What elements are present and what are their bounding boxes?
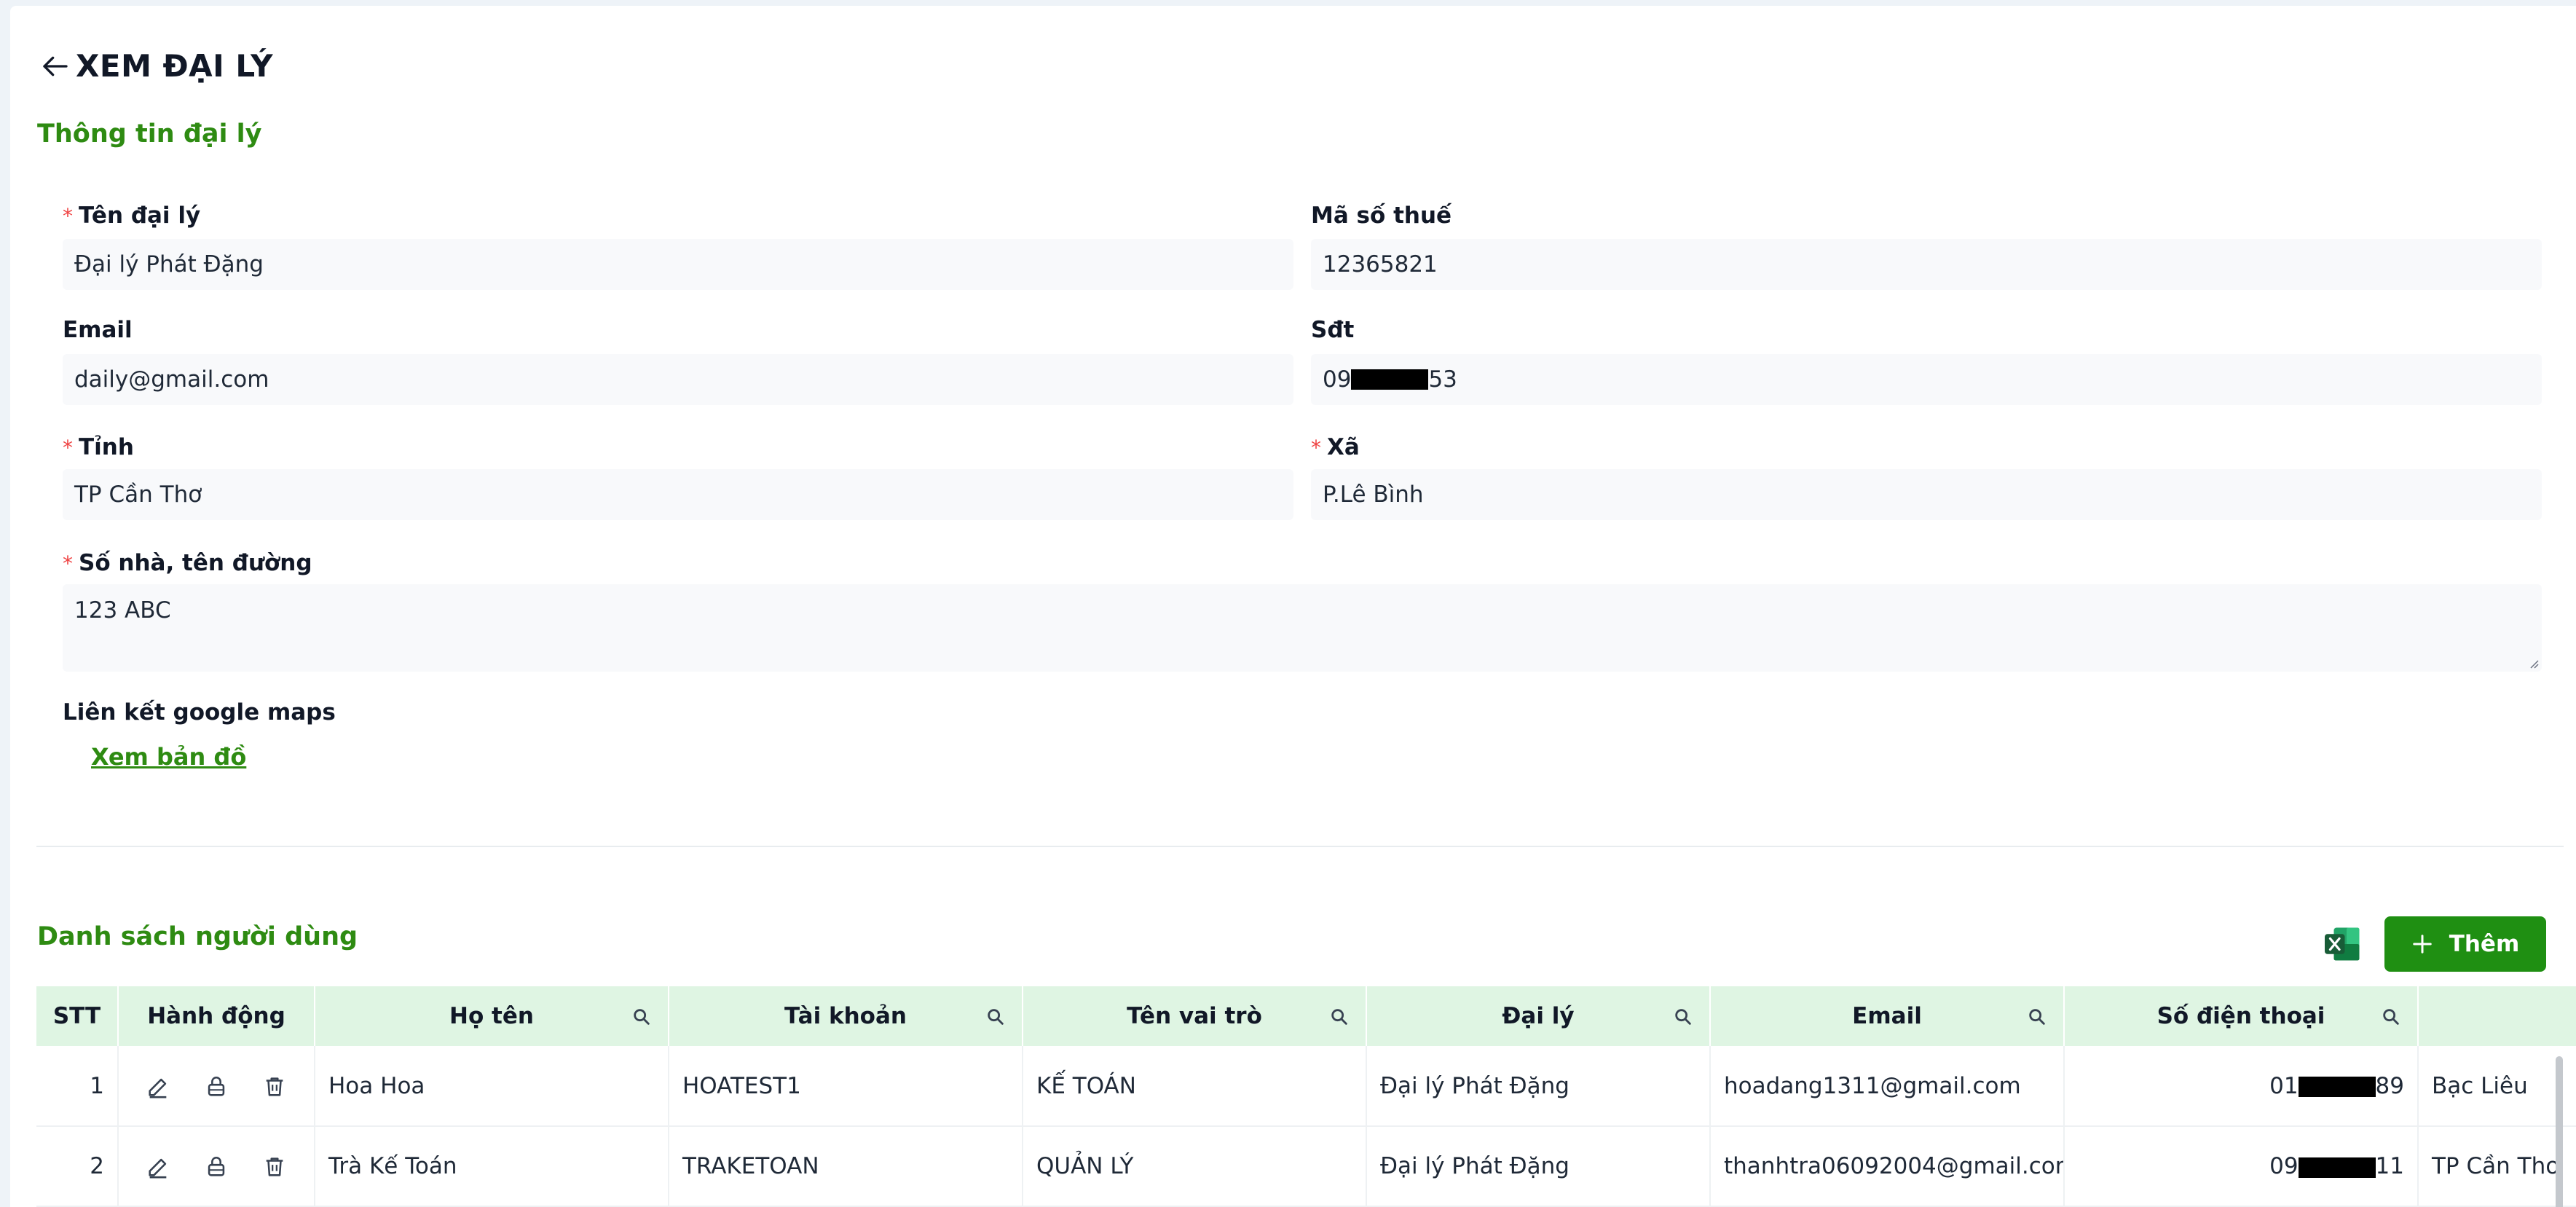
cell-email: hoadang1311@gmail.com (1710, 1046, 2065, 1127)
label-ma-so-thue: Mã số thuế (1311, 203, 1452, 229)
search-icon[interactable] (2027, 1007, 2047, 1027)
col-header-email: Email (1710, 986, 2065, 1046)
col-header-vai-tro: Tên vai trò (1023, 986, 1367, 1046)
label-email: Email (63, 317, 133, 343)
lock-icon[interactable] (204, 1155, 229, 1179)
required-mark: * (1311, 436, 1321, 460)
cell-stt: 1 (36, 1046, 119, 1127)
page: XEM ĐẠI LÝ Thông tin đại lý * Tên đại lý … (10, 6, 2576, 1207)
field-tinh[interactable]: TP Cần Thơ (63, 469, 1293, 520)
search-icon[interactable] (631, 1007, 652, 1027)
edit-icon[interactable] (146, 1155, 170, 1179)
field-ma-so-thue[interactable]: 12365821 (1311, 239, 2542, 290)
search-icon[interactable] (1329, 1007, 1350, 1027)
col-header-stt: STT (36, 986, 119, 1046)
search-icon[interactable] (1673, 1007, 1693, 1027)
section-title-info: Thông tin đại lý (37, 119, 262, 149)
cell-ho-ten: Hoa Hoa (315, 1046, 669, 1127)
field-email[interactable]: daily@gmail.com (63, 354, 1293, 405)
required-mark: * (63, 204, 73, 228)
page-header: XEM ĐẠI LÝ (38, 48, 273, 84)
cell-sdt: 09 11 (2064, 1126, 2419, 1207)
textarea-dia-chi[interactable]: 123 ABC (63, 584, 2542, 672)
cell-dai-ly: Đại lý Phát Đặng (1366, 1046, 1711, 1127)
cell-ho-ten: Trà Kế Toán (315, 1126, 669, 1207)
add-user-button[interactable]: Thêm (2384, 916, 2546, 972)
cell-sdt: 01 89 (2064, 1046, 2419, 1127)
view-map-link[interactable]: Xem bản đồ (91, 743, 246, 771)
label-google-maps: Liên kết google maps (63, 699, 336, 726)
table-row: 2 Trà Kế Toán TRAKETOAN QUẢN LÝ Đại lý P… (36, 1126, 2576, 1207)
edit-icon[interactable] (146, 1074, 170, 1099)
required-mark: * (63, 436, 73, 460)
plus-icon (2412, 935, 2432, 954)
cell-extra: TP Cần Thơ (2418, 1126, 2576, 1207)
col-header-extra (2418, 986, 2576, 1046)
users-table: STT Hành động Họ tên Tài khoản Tên vai t… (36, 986, 2576, 1207)
field-ten-dai-ly[interactable]: Đại lý Phát Đặng (63, 239, 1293, 290)
divider (36, 846, 2564, 847)
add-button-label: Thêm (2449, 931, 2520, 957)
col-header-dai-ly: Đại lý (1366, 986, 1711, 1046)
label-dia-chi: * Số nhà, tên đường (63, 550, 312, 576)
table-row: 1 Hoa Hoa HOATEST1 KẾ TOÁN Đại lý Phát Đ… (36, 1046, 2576, 1127)
cell-dai-ly: Đại lý Phát Đặng (1366, 1126, 1711, 1207)
label-ten-dai-ly: * Tên đại lý (63, 203, 201, 229)
cell-actions (118, 1126, 315, 1207)
redaction-mask (2298, 1077, 2376, 1097)
search-icon[interactable] (2381, 1007, 2401, 1027)
col-header-ho-ten: Họ tên (315, 986, 669, 1046)
cell-email: thanhtra06092004@gmail.com (1710, 1126, 2065, 1207)
cell-stt: 2 (36, 1126, 119, 1207)
section-title-users: Danh sách người dùng (37, 922, 358, 951)
field-xa[interactable]: P.Lê Bình (1311, 469, 2542, 520)
excel-icon[interactable] (2321, 922, 2365, 966)
col-header-sdt: Số điện thoại (2064, 986, 2419, 1046)
page-title: XEM ĐẠI LÝ (76, 48, 274, 84)
label-xa: * Xã (1311, 434, 1360, 460)
required-mark: * (63, 551, 73, 575)
table-scrollbar[interactable] (2556, 1056, 2563, 1207)
resize-handle-icon[interactable] (2527, 657, 2539, 669)
label-sdt: Sđt (1311, 317, 1355, 343)
table-header-row: STT Hành động Họ tên Tài khoản Tên vai t… (36, 986, 2576, 1046)
cell-actions (118, 1046, 315, 1127)
cell-vai-tro: QUẢN LÝ (1023, 1126, 1367, 1207)
cell-vai-tro: KẾ TOÁN (1023, 1046, 1367, 1127)
redaction-mask (1351, 369, 1429, 390)
redaction-mask (2298, 1157, 2376, 1178)
cell-extra: Bạc Liêu (2418, 1046, 2576, 1127)
label-tinh: * Tỉnh (63, 434, 134, 460)
arrow-left-icon[interactable] (38, 49, 73, 84)
cell-tai-khoan: TRAKETOAN (669, 1126, 1023, 1207)
trash-icon[interactable] (262, 1155, 287, 1179)
lock-icon[interactable] (204, 1074, 229, 1099)
field-sdt[interactable]: 09 53 (1311, 354, 2542, 405)
col-header-actions: Hành động (118, 986, 315, 1046)
cell-tai-khoan: HOATEST1 (669, 1046, 1023, 1127)
col-header-tai-khoan: Tài khoản (669, 986, 1023, 1046)
search-icon[interactable] (985, 1007, 1006, 1027)
trash-icon[interactable] (262, 1074, 287, 1099)
